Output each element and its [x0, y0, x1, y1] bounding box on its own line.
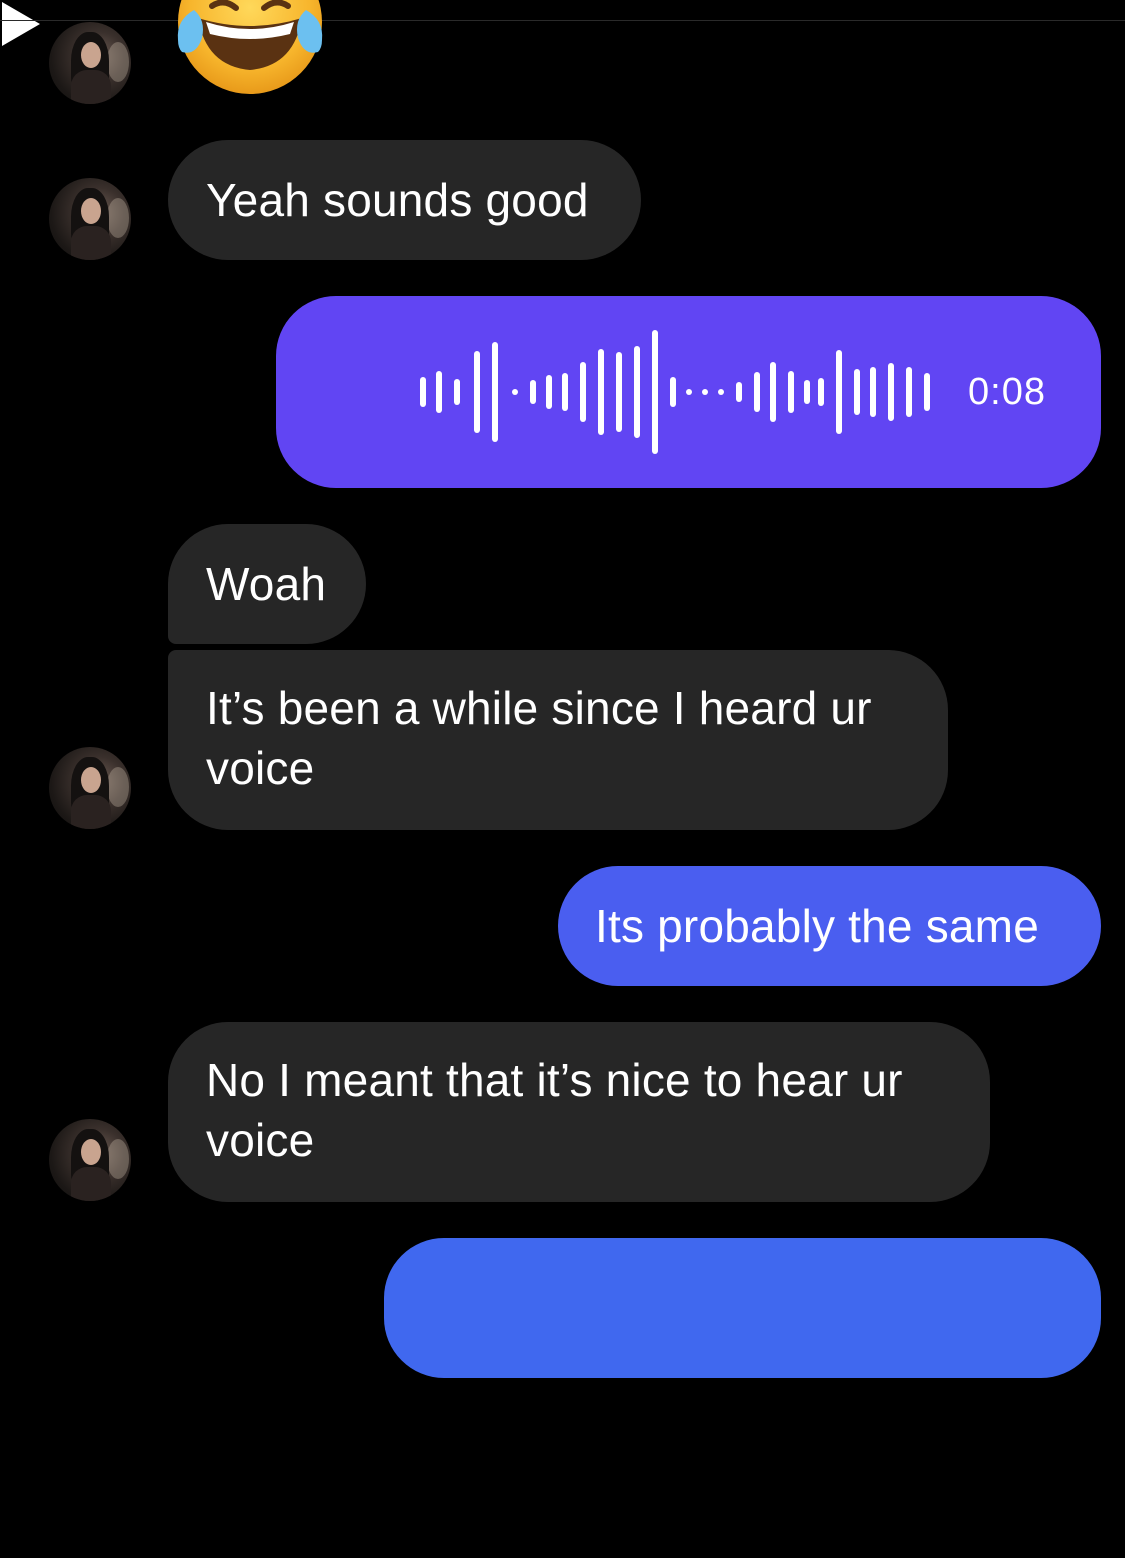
header-divider — [0, 20, 1125, 21]
waveform-bar — [718, 389, 724, 395]
waveform-bar — [818, 378, 824, 406]
contact-avatar[interactable] — [49, 22, 131, 104]
waveform-bar — [420, 377, 426, 407]
waveform-bar — [474, 351, 480, 433]
face-with-tears-of-joy-emoji[interactable] — [172, 0, 328, 94]
waveform-bar — [454, 379, 460, 405]
waveform-bar — [854, 369, 860, 415]
waveform-bar — [562, 373, 568, 411]
waveform-bar — [702, 389, 708, 395]
waveform-bar — [570, 1490, 870, 1504]
incoming-message-bubble[interactable]: No I meant that it’s nice to hear ur voi… — [168, 1022, 990, 1202]
waveform-bar — [906, 367, 912, 417]
waveform-bar — [736, 382, 742, 402]
waveform-bar — [570, 1504, 870, 1534]
waveform-bar — [804, 380, 810, 404]
waveform-bar — [870, 367, 876, 417]
contact-avatar[interactable] — [49, 178, 131, 260]
waveform-bar — [570, 1286, 870, 1326]
waveform-bar — [652, 330, 658, 454]
waveform-bar — [634, 346, 640, 438]
waveform-bar — [570, 1422, 870, 1462]
waveform-bar — [436, 371, 442, 413]
play-icon[interactable] — [0, 0, 42, 48]
waveform-bar — [570, 1326, 870, 1366]
waveform-bar — [512, 389, 518, 395]
waveform-bar — [530, 380, 536, 404]
waveform-bar — [754, 372, 760, 412]
message-text: Woah — [206, 558, 327, 610]
waveform-bar — [770, 362, 776, 422]
waveform-icon[interactable] — [420, 330, 940, 454]
waveform-bar — [570, 1534, 870, 1548]
waveform-bar — [616, 352, 622, 432]
waveform-bar — [598, 349, 604, 435]
waveform-bar — [570, 1394, 870, 1422]
waveform-bar — [686, 389, 692, 395]
message-text: It’s been a while since I heard ur voice — [206, 682, 872, 794]
incoming-message-bubble[interactable]: Woah — [168, 524, 366, 644]
waveform-bar — [570, 1382, 870, 1394]
outgoing-message-bubble[interactable]: Its probably the same — [558, 866, 1101, 986]
waveform-icon[interactable] — [570, 1274, 870, 1314]
message-text: Its probably the same — [595, 900, 1039, 952]
incoming-message-bubble[interactable]: It’s been a while since I heard ur voice — [168, 650, 948, 830]
waveform-bar — [836, 350, 842, 434]
message-text: Yeah sounds good — [206, 174, 589, 226]
waveform-bar — [670, 377, 676, 407]
waveform-bar — [788, 371, 794, 413]
waveform-bar — [570, 1462, 870, 1490]
waveform-bar — [570, 1366, 870, 1382]
contact-avatar[interactable] — [49, 1119, 131, 1201]
message-text: No I meant that it’s nice to hear ur voi… — [206, 1054, 903, 1166]
waveform-bar — [570, 1548, 870, 1558]
contact-avatar[interactable] — [49, 747, 131, 829]
waveform-bar — [580, 362, 586, 422]
waveform-bar — [924, 373, 930, 411]
waveform-bar — [492, 342, 498, 442]
waveform-bar — [888, 363, 894, 421]
voice-duration: 0:08 — [968, 371, 1046, 413]
waveform-bar — [546, 375, 552, 409]
incoming-message-bubble[interactable]: Yeah sounds good — [168, 140, 641, 260]
waveform-bar — [570, 1274, 870, 1286]
